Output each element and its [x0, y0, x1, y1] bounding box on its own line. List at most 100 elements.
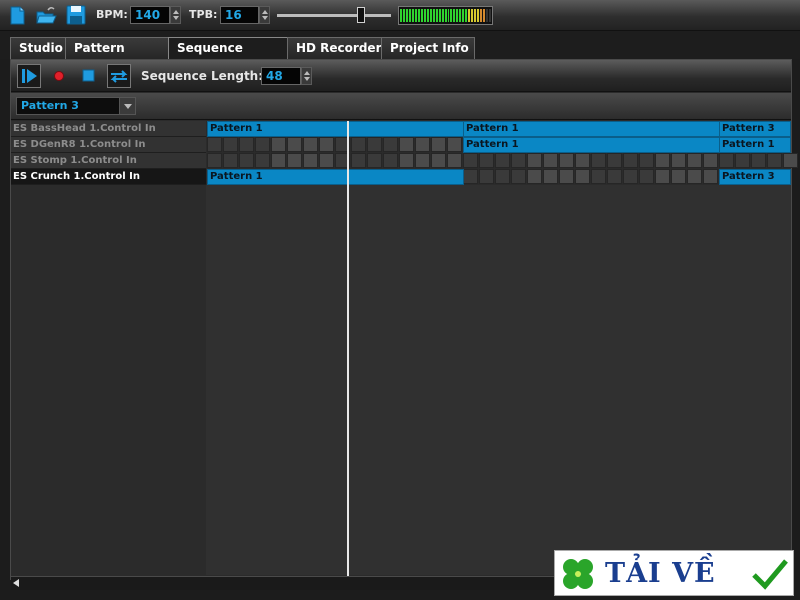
playhead[interactable] — [347, 121, 349, 576]
track-name-selected[interactable]: ES Crunch 1.Control In — [11, 169, 206, 185]
step-cell[interactable] — [479, 153, 494, 168]
tab-hd-recorder[interactable]: HD Recorder — [287, 37, 383, 59]
pattern-select[interactable]: Pattern 3 — [16, 97, 120, 115]
step-cell[interactable] — [431, 137, 446, 152]
sequence-lane[interactable] — [207, 153, 798, 169]
step-cell[interactable] — [591, 153, 606, 168]
tpb-input[interactable]: 16 — [220, 6, 259, 24]
step-cell[interactable] — [527, 169, 542, 184]
step-cell[interactable] — [655, 153, 670, 168]
step-cell[interactable] — [559, 153, 574, 168]
stop-icon[interactable] — [77, 64, 101, 88]
save-disk-icon[interactable] — [65, 4, 87, 26]
step-cell[interactable] — [319, 137, 334, 152]
step-cell[interactable] — [207, 153, 222, 168]
step-cell[interactable] — [351, 137, 366, 152]
chevron-down-icon[interactable] — [119, 97, 136, 115]
step-cell[interactable] — [463, 153, 478, 168]
step-cell[interactable] — [351, 153, 366, 168]
step-cell[interactable] — [303, 153, 318, 168]
step-cell[interactable] — [399, 153, 414, 168]
loop-icon[interactable] — [107, 64, 131, 88]
step-cell[interactable] — [719, 153, 734, 168]
step-cell[interactable] — [383, 153, 398, 168]
pattern-block[interactable]: Pattern 1 — [463, 121, 720, 137]
step-cell[interactable] — [639, 169, 654, 184]
step-cell[interactable] — [495, 169, 510, 184]
pattern-block[interactable]: Pattern 3 — [719, 169, 791, 185]
step-cell[interactable] — [767, 153, 782, 168]
step-cell[interactable] — [527, 153, 542, 168]
step-cell[interactable] — [239, 137, 254, 152]
step-cell[interactable] — [319, 153, 334, 168]
step-cell[interactable] — [575, 169, 590, 184]
step-cell[interactable] — [687, 153, 702, 168]
step-cell[interactable] — [623, 153, 638, 168]
step-cell[interactable] — [671, 169, 686, 184]
step-cell[interactable] — [623, 169, 638, 184]
step-cell[interactable] — [223, 153, 238, 168]
step-cell[interactable] — [271, 137, 286, 152]
step-cell[interactable] — [415, 137, 430, 152]
tab-pattern-editor[interactable]: Pattern Editor — [65, 37, 169, 75]
sequence-length-input[interactable]: 48 — [261, 67, 301, 85]
open-folder-icon[interactable] — [35, 4, 57, 26]
step-cell[interactable] — [431, 153, 446, 168]
play-icon[interactable] — [17, 64, 41, 88]
track-name[interactable]: ES BassHead 1.Control In — [11, 121, 206, 137]
step-cell[interactable] — [287, 137, 302, 152]
step-cell[interactable] — [255, 137, 270, 152]
bpm-input[interactable]: 140 — [130, 6, 170, 24]
pattern-block[interactable]: Pattern 1 — [719, 137, 791, 153]
sequence-length-stepper[interactable] — [301, 67, 312, 85]
record-icon[interactable] — [47, 64, 71, 88]
sequence-lane[interactable]: Pattern 1 Pattern 3 — [207, 169, 791, 185]
tab-studio[interactable]: Studio — [10, 37, 68, 59]
tpb-stepper[interactable] — [259, 6, 270, 24]
step-cell[interactable] — [223, 137, 238, 152]
track-name[interactable]: ES DGenR8 1.Control In — [11, 137, 206, 153]
pattern-block[interactable]: Pattern 3 — [719, 121, 791, 137]
step-cell[interactable] — [255, 153, 270, 168]
tab-sequence-editor[interactable]: Sequence Editor — [168, 37, 288, 75]
pattern-block[interactable]: Pattern 1 — [207, 169, 464, 185]
step-cell[interactable] — [607, 153, 622, 168]
step-cell[interactable] — [575, 153, 590, 168]
step-cell[interactable] — [783, 153, 798, 168]
bpm-stepper[interactable] — [170, 6, 181, 24]
step-cell[interactable] — [591, 169, 606, 184]
step-cell[interactable] — [303, 137, 318, 152]
step-cell[interactable] — [559, 169, 574, 184]
step-cell[interactable] — [655, 169, 670, 184]
sequence-lane[interactable]: Pattern 1 Pattern 1 — [207, 137, 791, 153]
step-cell[interactable] — [511, 153, 526, 168]
step-cell[interactable] — [447, 153, 462, 168]
step-cell[interactable] — [671, 153, 686, 168]
volume-slider-thumb[interactable] — [357, 7, 365, 23]
step-cell[interactable] — [271, 153, 286, 168]
step-cell[interactable] — [479, 169, 494, 184]
volume-slider-track[interactable] — [277, 14, 391, 17]
horizontal-scrollbar[interactable] — [11, 576, 555, 590]
step-cell[interactable] — [735, 153, 750, 168]
pattern-block[interactable]: Pattern 1 — [463, 137, 720, 153]
step-cell[interactable] — [607, 169, 622, 184]
step-cell[interactable] — [415, 153, 430, 168]
step-cell[interactable] — [463, 169, 478, 184]
new-file-icon[interactable] — [6, 4, 28, 26]
step-cell[interactable] — [207, 137, 222, 152]
sequence-lane[interactable]: Pattern 1 Pattern 1 Pattern 3 — [207, 121, 791, 137]
step-cell[interactable] — [751, 153, 766, 168]
step-cell[interactable] — [511, 169, 526, 184]
step-cell[interactable] — [239, 153, 254, 168]
tab-project-info[interactable]: Project Info — [381, 37, 475, 59]
step-cell[interactable] — [447, 137, 462, 152]
step-cell[interactable] — [639, 153, 654, 168]
step-cell[interactable] — [703, 169, 718, 184]
step-cell[interactable] — [495, 153, 510, 168]
track-name[interactable]: ES Stomp 1.Control In — [11, 153, 206, 169]
pattern-block[interactable]: Pattern 1 — [207, 121, 464, 137]
step-cell[interactable] — [687, 169, 702, 184]
step-cell[interactable] — [399, 137, 414, 152]
step-cell[interactable] — [383, 137, 398, 152]
